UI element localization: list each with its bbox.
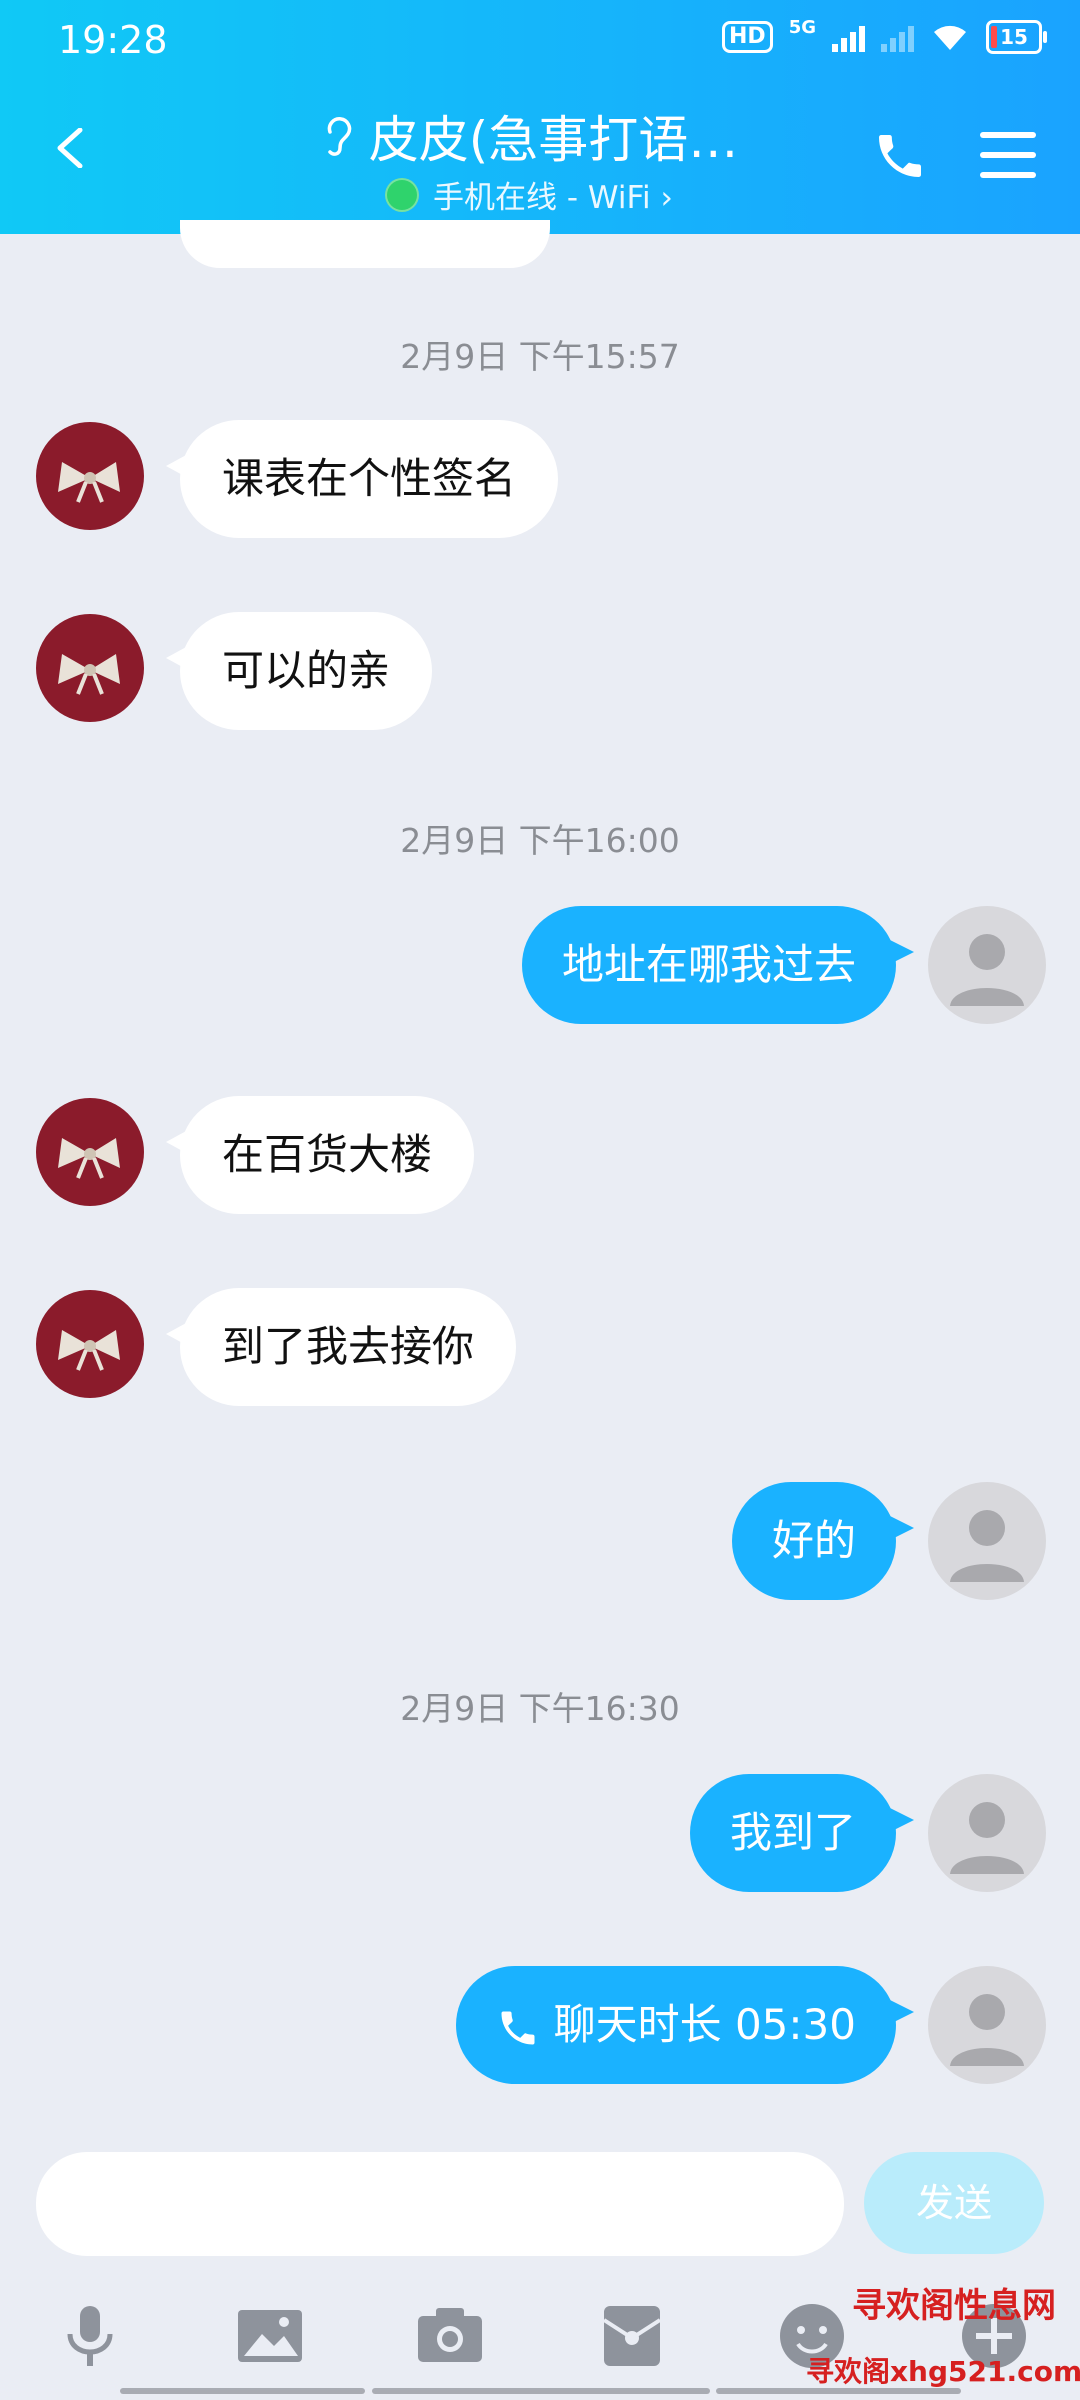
- status-bar: 19:28 HD 5G 15: [0, 0, 1080, 80]
- previous-message-bubble: [180, 220, 550, 268]
- microphone-icon[interactable]: [54, 2300, 126, 2372]
- incoming-message[interactable]: 课表在个性签名: [165, 420, 559, 538]
- my-avatar[interactable]: [928, 1966, 1046, 2084]
- contact-avatar[interactable]: [36, 1098, 144, 1206]
- message-list[interactable]: 2月9日 下午15:57 课表在个性签名 可以的亲 2月9日 下午16:00 地…: [0, 220, 1080, 2134]
- contact-avatar[interactable]: [36, 1290, 144, 1398]
- default-user-icon: [950, 1994, 1024, 2066]
- default-user-icon: [950, 1802, 1024, 1874]
- outgoing-message[interactable]: 好的: [731, 1482, 915, 1600]
- contact-avatar[interactable]: [36, 422, 144, 530]
- status-icons: HD 5G 15: [722, 16, 1047, 54]
- default-user-icon: [950, 934, 1024, 1006]
- call-duration-label: 聊天时长 05:30: [553, 2000, 856, 2049]
- outgoing-message[interactable]: 我到了: [689, 1774, 915, 1892]
- watermark-url: 寻欢阁xhg521.com: [806, 2355, 1080, 2388]
- hd-icon: HD: [722, 21, 773, 53]
- watermark-text: 寻欢阁性息网: [852, 2286, 1056, 2326]
- timestamp: 2月9日 下午16:00: [400, 821, 680, 860]
- image-icon[interactable]: [234, 2300, 306, 2372]
- nav-indicator: [372, 2388, 710, 2394]
- battery-icon: 15: [986, 20, 1047, 54]
- bow-avatar-image: [58, 1138, 120, 1179]
- incoming-message[interactable]: 到了我去接你: [165, 1288, 517, 1406]
- status-time: 19:28: [58, 18, 168, 62]
- bow-avatar-image: [58, 1330, 120, 1371]
- chat-header: 19:28 HD 5G 15 皮皮(急事打语… 手机在线 - WiFi ›: [0, 0, 1080, 234]
- my-avatar[interactable]: [928, 1774, 1046, 1892]
- signal-secondary-icon: [881, 22, 914, 52]
- nav-indicator: [120, 2388, 365, 2394]
- phone-call-icon[interactable]: [872, 128, 928, 184]
- contact-name: 皮皮(急事打语…: [368, 111, 739, 169]
- online-status[interactable]: 手机在线 - WiFi ›: [385, 172, 673, 217]
- wifi-icon: [934, 25, 966, 50]
- menu-icon[interactable]: [980, 132, 1036, 192]
- timestamp: 2月9日 下午16:30: [400, 1689, 680, 1728]
- my-avatar[interactable]: [928, 1482, 1046, 1600]
- red-packet-icon[interactable]: [596, 2300, 668, 2372]
- incoming-message[interactable]: 可以的亲: [165, 612, 433, 730]
- online-status-label: 手机在线 - WiFi ›: [433, 180, 673, 216]
- call-record-message[interactable]: 聊天时长 05:30: [455, 1966, 915, 2084]
- camera-icon[interactable]: [414, 2300, 486, 2372]
- signal-icon: [832, 22, 865, 52]
- message-input[interactable]: [36, 2152, 844, 2256]
- phone-icon: [501, 2011, 535, 2044]
- timestamp: 2月9日 下午15:57: [400, 337, 680, 376]
- nav-indicator: [716, 2388, 961, 2394]
- online-dot-icon: [385, 177, 419, 212]
- outgoing-message[interactable]: 地址在哪我过去: [521, 906, 915, 1024]
- contact-avatar[interactable]: [36, 614, 144, 722]
- send-button[interactable]: 发送: [864, 2152, 1044, 2254]
- network-type-label: 5G: [788, 16, 816, 38]
- ear-icon: [327, 117, 351, 156]
- default-user-icon: [950, 1510, 1024, 1582]
- chat-title-area[interactable]: 皮皮(急事打语…: [250, 100, 810, 172]
- bow-avatar-image: [58, 462, 120, 503]
- incoming-message[interactable]: 在百货大楼: [165, 1096, 475, 1214]
- my-avatar[interactable]: [928, 906, 1046, 1024]
- back-icon[interactable]: [50, 128, 90, 168]
- bow-avatar-image: [58, 654, 120, 695]
